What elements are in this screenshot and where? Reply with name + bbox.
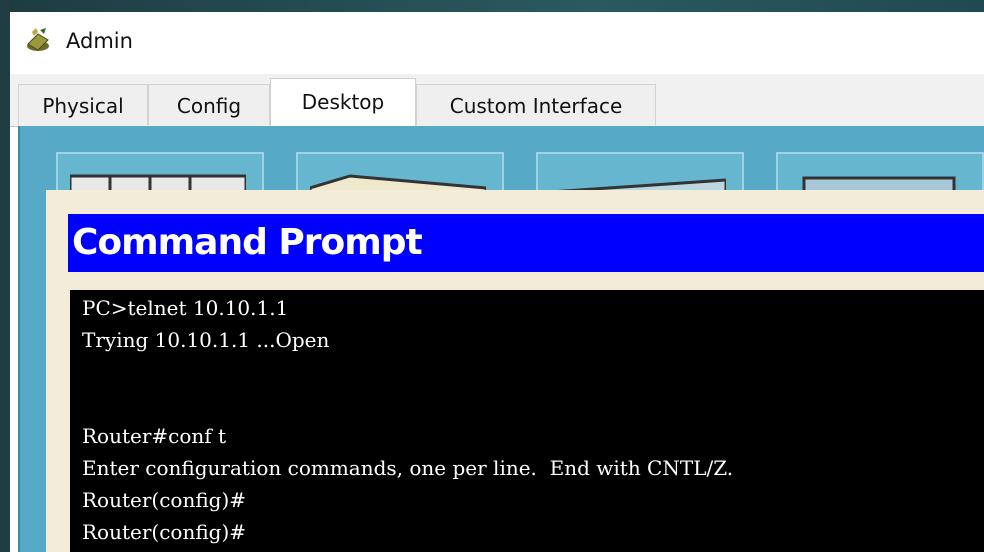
window-title: Admin xyxy=(66,29,133,53)
desktop-area: Command Prompt PC>telnet 10.10.1.1 Tryin… xyxy=(18,126,984,552)
command-prompt-window: Command Prompt PC>telnet 10.10.1.1 Tryin… xyxy=(46,190,984,552)
background-frame-left xyxy=(0,0,10,552)
router-icon xyxy=(27,28,49,51)
tab-bar: Physical Config Desktop Custom Interface xyxy=(10,74,984,127)
terminal-line: Enter configuration commands, one per li… xyxy=(82,456,734,480)
command-prompt-title: Command Prompt xyxy=(72,222,423,263)
tab-physical[interactable]: Physical xyxy=(18,84,148,125)
terminal-line: Router(config)# xyxy=(82,488,247,512)
tab-desktop[interactable]: Desktop xyxy=(270,78,416,126)
tab-custom-interface[interactable]: Custom Interface xyxy=(416,84,656,125)
terminal-output[interactable]: PC>telnet 10.10.1.1 Trying 10.10.1.1 ...… xyxy=(70,290,984,552)
title-bar: Admin xyxy=(10,12,984,74)
terminal-line: Trying 10.10.1.1 ...Open xyxy=(82,328,330,352)
tab-config[interactable]: Config xyxy=(148,84,270,125)
command-prompt-header: Command Prompt xyxy=(68,214,984,272)
terminal-line: Router#conf t xyxy=(82,424,227,448)
terminal-line: PC>telnet 10.10.1.1 xyxy=(82,296,289,320)
app-window: Admin Physical Config Desktop Custom Int… xyxy=(10,12,984,552)
background-frame-top xyxy=(0,0,984,12)
terminal-line: Router(config)# xyxy=(82,520,247,544)
